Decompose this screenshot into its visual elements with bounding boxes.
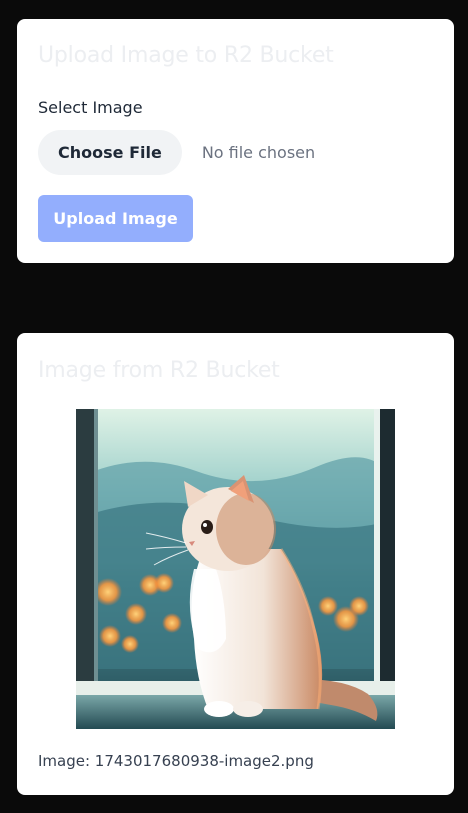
cat-photo-illustration: [76, 409, 395, 729]
bucket-image: [76, 409, 395, 729]
image-card: Image from R2 Bucket Image: 174301768093…: [17, 333, 454, 795]
choose-file-button[interactable]: Choose File: [38, 130, 182, 175]
file-status-text: No file chosen: [201, 143, 316, 162]
upload-card-title: Upload Image to R2 Bucket: [38, 43, 334, 68]
upload-image-button[interactable]: Upload Image: [38, 195, 193, 242]
image-card-title: Image from R2 Bucket: [38, 358, 280, 383]
file-input[interactable]: Choose File No file chosen: [38, 130, 315, 175]
upload-card: Upload Image to R2 Bucket Select Image C…: [17, 19, 454, 263]
image-caption: Image: 1743017680938-image2.png: [38, 752, 314, 770]
select-image-label: Select Image: [38, 98, 143, 117]
